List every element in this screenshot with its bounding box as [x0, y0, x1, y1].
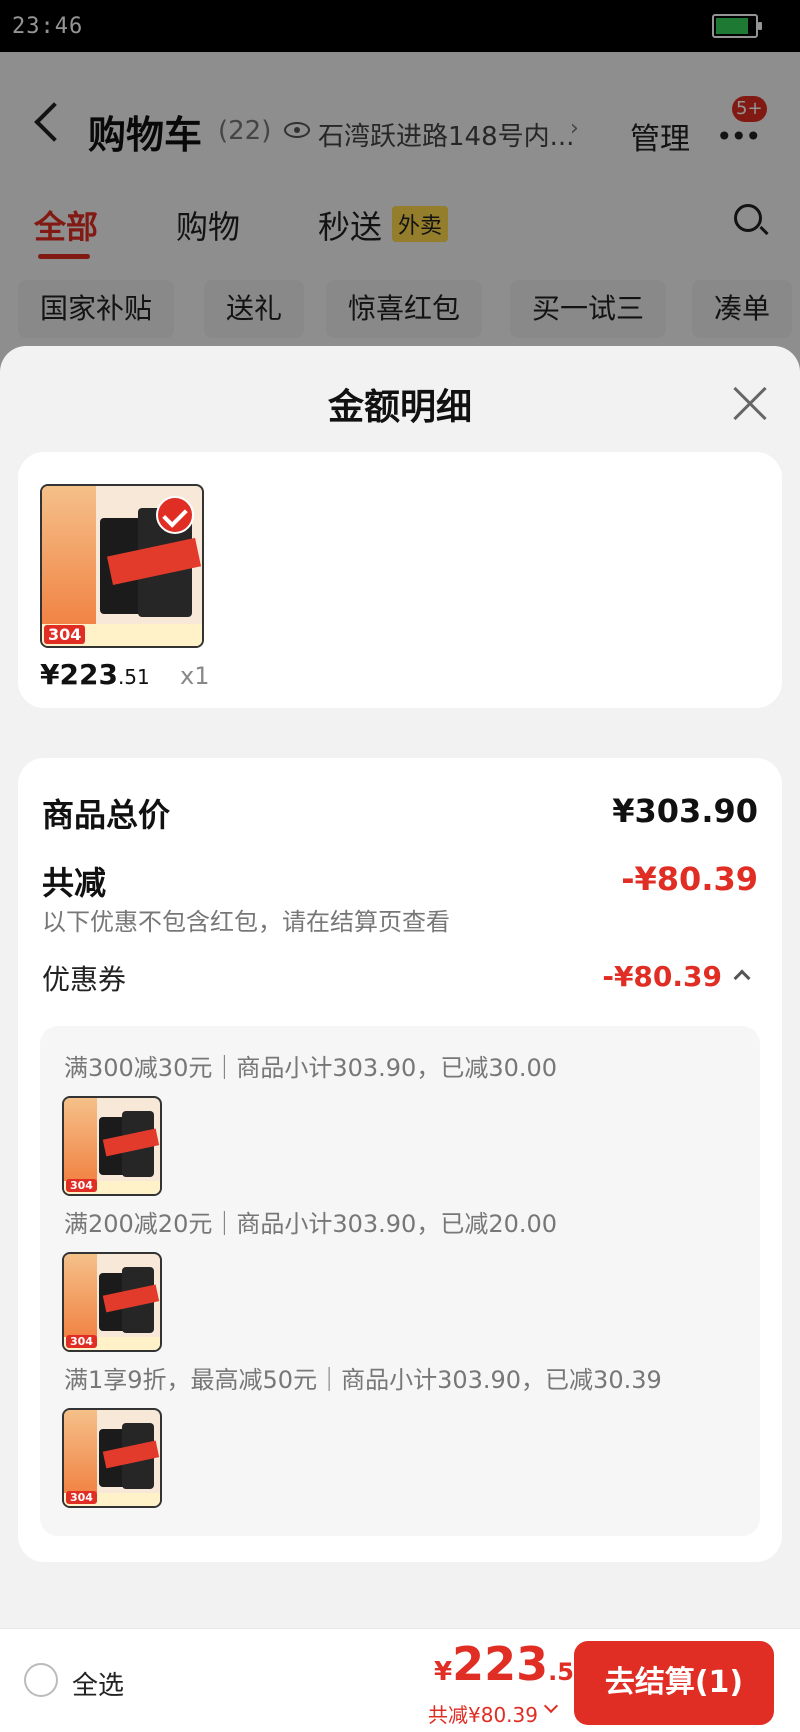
coupon-rule-2: 满200减20元｜商品小计303.90，已减20.00 — [64, 1210, 558, 1238]
checkout-bar: 全选 ¥223.51 共减¥80.39 去结算(1) — [0, 1628, 800, 1732]
sheet-title: 金额明细 — [327, 387, 472, 428]
coupon-rules-panel: 满300减30元｜商品小计303.90，已减30.00 304 满200减20元… — [40, 1026, 760, 1536]
total-amount: ¥223.51 — [434, 1637, 591, 1691]
chevron-down-icon[interactable] — [543, 1698, 559, 1714]
chevron-up-icon[interactable] — [733, 969, 751, 987]
amount-detail-sheet: 金额明细 304 ¥223.51 x1 商品总价 ¥303.90 共减 -¥80… — [0, 346, 800, 1732]
checkout-button[interactable]: 去结算(1) — [574, 1641, 774, 1725]
coupon-label: 优惠券 — [42, 963, 127, 996]
product-price: ¥223.51 — [40, 658, 150, 691]
thumb-price-tag: 304 — [44, 625, 86, 644]
select-all-label[interactable]: 全选 — [72, 1665, 124, 1702]
coupon-rule-1: 满300减30元｜商品小计303.90，已减30.00 — [64, 1054, 558, 1082]
rule-1-product-image: 304 — [62, 1096, 162, 1196]
product-card: 304 ¥223.51 x1 — [18, 452, 782, 708]
discount-note: 以下优惠不包含红包，请在结算页查看 — [42, 908, 450, 936]
check-icon[interactable] — [156, 496, 194, 534]
rule-2-product-image: 304 — [62, 1252, 162, 1352]
product-image[interactable]: 304 — [40, 484, 204, 648]
close-icon[interactable] — [728, 384, 768, 424]
product-qty: x1 — [180, 662, 210, 690]
discount-value: -¥80.39 — [621, 860, 758, 898]
price-summary-card: 商品总价 ¥303.90 共减 -¥80.39 以下优惠不包含红包，请在结算页查… — [18, 758, 782, 1562]
total-price-value: ¥303.90 — [612, 792, 758, 830]
coupon-rule-3: 满1享9折，最高减50元｜商品小计303.90，已减30.39 — [64, 1366, 662, 1394]
saved-amount[interactable]: 共减¥80.39 — [428, 1699, 538, 1728]
rule-3-product-image: 304 — [62, 1408, 162, 1508]
select-all-radio[interactable] — [24, 1663, 58, 1697]
total-price-label: 商品总价 — [42, 796, 171, 834]
coupon-value[interactable]: -¥80.39 — [602, 960, 722, 993]
discount-label: 共减 — [42, 864, 107, 902]
